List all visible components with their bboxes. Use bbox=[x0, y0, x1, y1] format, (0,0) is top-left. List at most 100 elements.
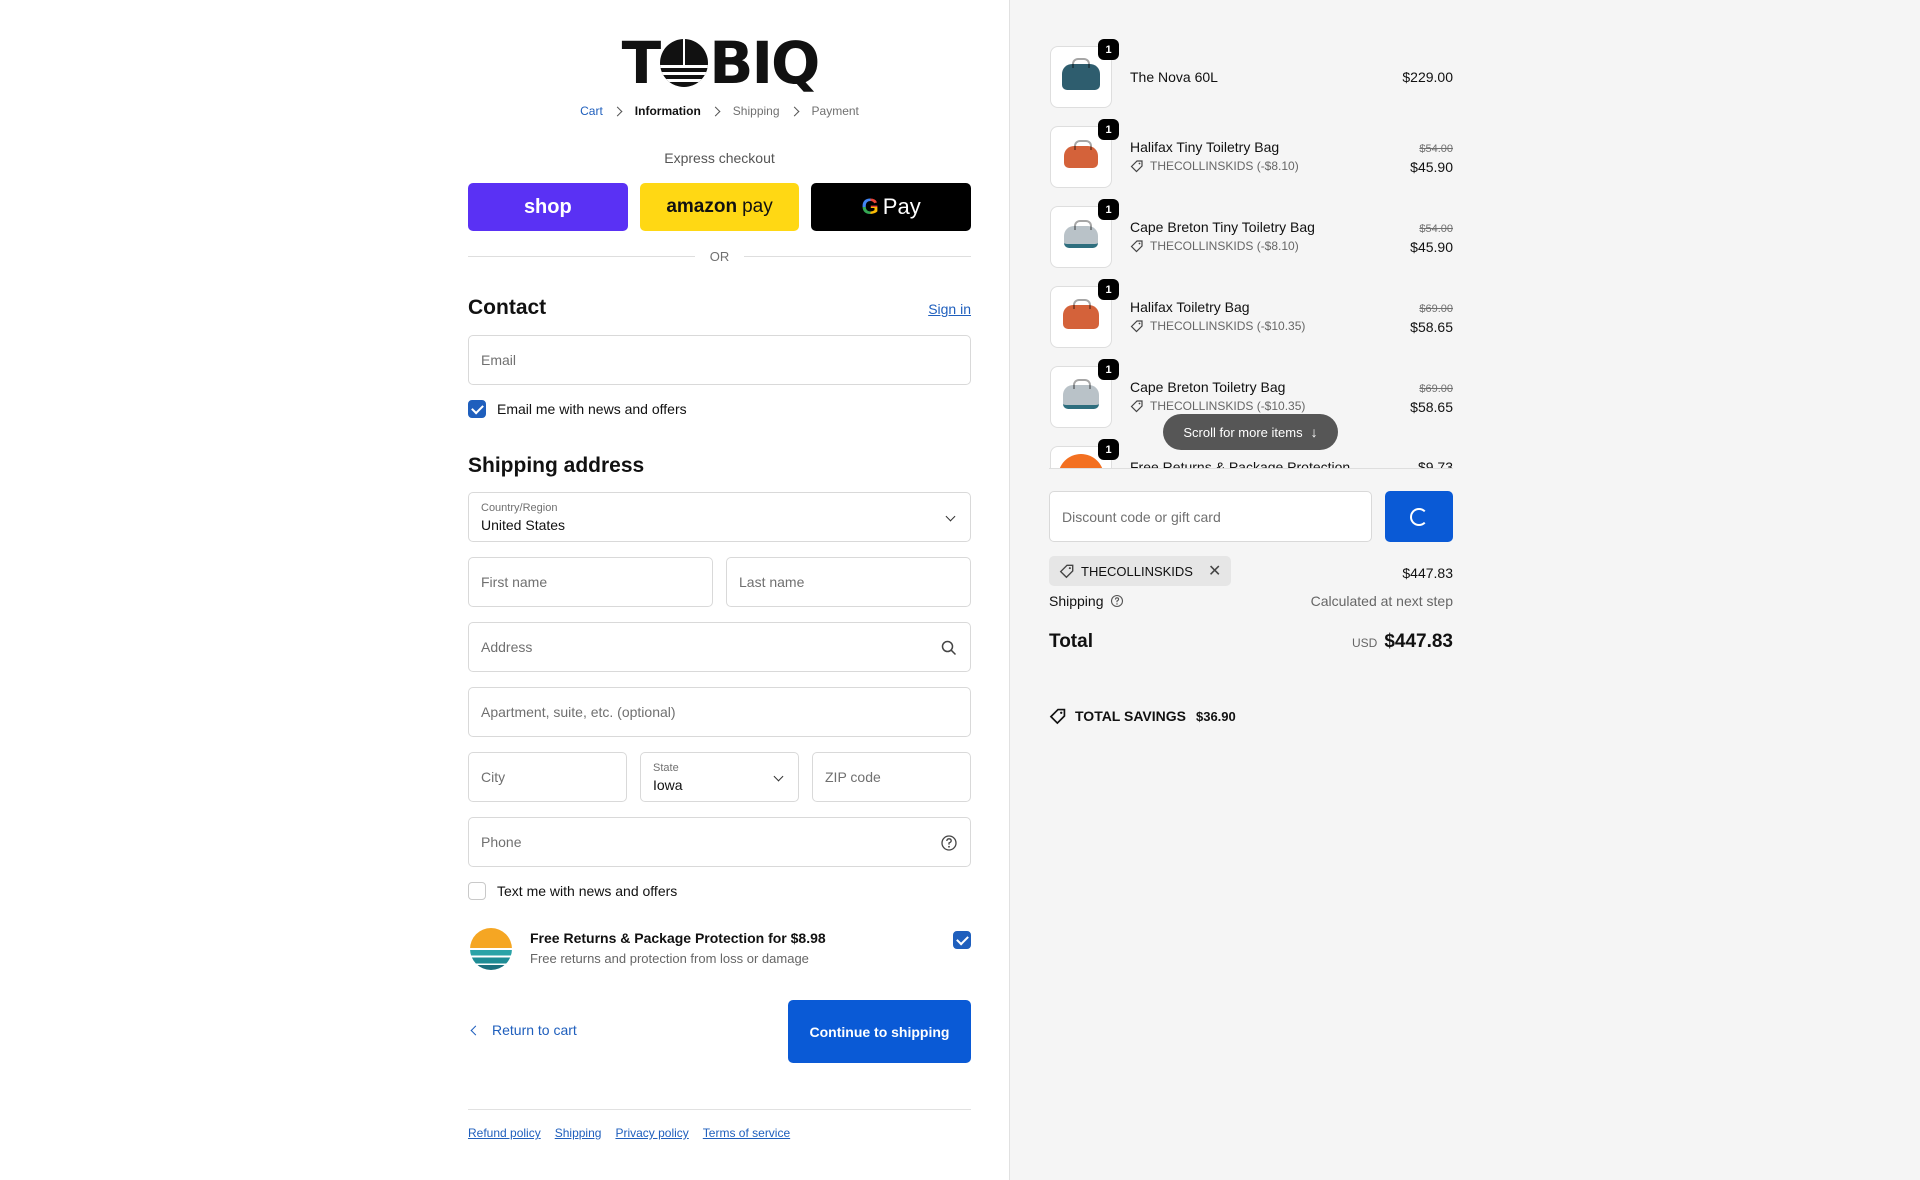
order-item: 1 Halifax Toiletry Bag THECOLLINSKIDS (-… bbox=[1049, 276, 1453, 348]
sms-newsletter-checkbox-row[interactable]: Text me with news and offers bbox=[468, 882, 677, 900]
city-input[interactable] bbox=[481, 769, 614, 785]
protection-checkbox[interactable] bbox=[953, 931, 971, 949]
protection-subtitle: Free returns and protection from loss or… bbox=[530, 951, 809, 966]
applied-discount-code: THECOLLINSKIDS bbox=[1081, 563, 1193, 579]
sign-in-link[interactable]: Sign in bbox=[928, 301, 971, 317]
continue-to-shipping-button[interactable]: Continue to shipping bbox=[788, 1000, 971, 1063]
chevron-right-icon bbox=[789, 106, 799, 116]
scroll-more-items-label: Scroll for more items bbox=[1183, 424, 1303, 440]
zip-input[interactable] bbox=[825, 769, 958, 785]
protection-title: Free Returns & Package Protection for $8… bbox=[530, 930, 826, 946]
package-protection-row: Free Returns & Package Protection for $8… bbox=[468, 926, 971, 976]
address-input[interactable] bbox=[481, 639, 958, 655]
scroll-more-items-pill[interactable]: Scroll for more items ↓ bbox=[1163, 414, 1338, 450]
google-pay-label: Pay bbox=[882, 194, 921, 219]
quantity-badge: 1 bbox=[1098, 39, 1119, 60]
email-newsletter-label: Email me with news and offers bbox=[497, 401, 687, 417]
express-checkout-title: Express checkout bbox=[664, 150, 775, 166]
tag-icon bbox=[1059, 564, 1074, 579]
shipping-address-heading: Shipping address bbox=[468, 454, 645, 477]
country-value: United States bbox=[481, 517, 566, 533]
item-price: $229.00 bbox=[1402, 69, 1453, 85]
breadcrumb-information: Information bbox=[634, 104, 701, 118]
amazon-pay-label-suffix: pay bbox=[742, 196, 773, 217]
phone-input[interactable] bbox=[481, 834, 958, 850]
breadcrumb-payment: Payment bbox=[811, 104, 859, 118]
item-price: $45.90 bbox=[1410, 159, 1453, 175]
total-savings-label: TOTAL SAVINGS bbox=[1075, 708, 1186, 724]
currency-code: USD bbox=[1351, 636, 1378, 650]
chevron-left-icon bbox=[470, 1025, 481, 1035]
breadcrumb-cart[interactable]: Cart bbox=[580, 104, 603, 118]
item-discount: THECOLLINSKIDS (-$8.10) bbox=[1130, 159, 1299, 173]
first-name-input[interactable] bbox=[481, 574, 700, 590]
google-pay-button[interactable]: G Pay bbox=[811, 183, 972, 231]
apply-discount-button[interactable] bbox=[1385, 491, 1453, 542]
city-field[interactable] bbox=[468, 752, 627, 802]
toiletry-bag-icon bbox=[1063, 299, 1099, 329]
item-old-price: $69.00 bbox=[1419, 383, 1453, 395]
quantity-badge: 1 bbox=[1098, 199, 1119, 220]
order-item: 1 Cape Breton Tiny Toiletry Bag THECOLLI… bbox=[1049, 196, 1453, 268]
country-select[interactable]: Country/Region United States bbox=[468, 492, 971, 542]
item-name: The Nova 60L bbox=[1130, 69, 1218, 85]
shop-pay-label: shop bbox=[523, 195, 572, 218]
footer-divider bbox=[468, 1109, 971, 1110]
total-value-group: USD $447.83 bbox=[1352, 631, 1453, 653]
last-name-input[interactable] bbox=[739, 574, 958, 590]
quantity-badge: 1 bbox=[1098, 119, 1119, 140]
email-newsletter-checkbox[interactable] bbox=[468, 400, 486, 418]
shipping-label: Shipping bbox=[1049, 593, 1104, 609]
apartment-field[interactable] bbox=[468, 687, 971, 737]
express-checkout-buttons: shop amazon pay G Pay bbox=[468, 183, 972, 231]
phone-field[interactable] bbox=[468, 817, 971, 867]
email-newsletter-checkbox-row[interactable]: Email me with news and offers bbox=[468, 400, 687, 418]
remove-discount-icon[interactable]: ✕ bbox=[1208, 561, 1221, 581]
item-discount-text: THECOLLINSKIDS (-$10.35) bbox=[1150, 319, 1306, 333]
email-input[interactable] bbox=[481, 352, 958, 368]
item-discount-text: THECOLLINSKIDS (-$8.10) bbox=[1150, 159, 1299, 173]
item-discount-text: THECOLLINSKIDS (-$8.10) bbox=[1150, 239, 1299, 253]
amazon-pay-button[interactable]: amazon pay bbox=[639, 183, 800, 231]
discount-code-field[interactable] bbox=[1049, 491, 1372, 542]
chevron-right-icon bbox=[710, 106, 721, 116]
return-to-cart-link[interactable]: Return to cart bbox=[468, 1022, 577, 1038]
order-item: 1 The Nova 60L $229.00 bbox=[1049, 36, 1453, 108]
amazon-pay-label: amazon bbox=[666, 196, 738, 217]
discount-code-input[interactable] bbox=[1062, 508, 1359, 525]
email-field[interactable] bbox=[468, 335, 971, 385]
item-discount: THECOLLINSKIDS (-$10.35) bbox=[1130, 399, 1305, 413]
privacy-policy-link[interactable]: Privacy policy bbox=[615, 1126, 688, 1140]
state-label: State bbox=[653, 762, 679, 774]
tag-icon bbox=[1049, 708, 1066, 725]
terms-of-service-link[interactable]: Terms of service bbox=[703, 1126, 790, 1140]
help-circle-icon[interactable] bbox=[1110, 594, 1124, 608]
state-select[interactable]: State Iowa bbox=[640, 752, 799, 802]
zip-field[interactable] bbox=[812, 752, 971, 802]
shipping-policy-link[interactable]: Shipping bbox=[555, 1126, 602, 1140]
item-old-price: $54.00 bbox=[1419, 143, 1453, 155]
last-name-field[interactable] bbox=[726, 557, 971, 607]
brand-logo[interactable]: T BIQ bbox=[622, 34, 821, 92]
help-circle-icon[interactable] bbox=[940, 834, 958, 852]
tag-icon bbox=[1130, 240, 1143, 253]
footer-links: Refund policy Shipping Privacy policy Te… bbox=[468, 1126, 790, 1140]
chevron-right-icon bbox=[612, 106, 623, 116]
apartment-input[interactable] bbox=[481, 704, 958, 720]
shop-pay-button[interactable]: shop bbox=[468, 183, 628, 231]
items-list-divider bbox=[1049, 468, 1453, 469]
google-g-icon: G bbox=[861, 194, 879, 219]
applied-discount-chip: THECOLLINSKIDS ✕ bbox=[1049, 556, 1232, 586]
refund-policy-link[interactable]: Refund policy bbox=[468, 1126, 541, 1140]
address-field[interactable] bbox=[468, 622, 971, 672]
total-savings-amount: $36.90 bbox=[1195, 708, 1236, 724]
country-label: Country/Region bbox=[481, 502, 558, 514]
logo-wordmark: T BIQ bbox=[621, 29, 821, 97]
item-name: Cape Breton Tiny Toiletry Bag bbox=[1130, 219, 1315, 235]
item-name: Halifax Tiny Toiletry Bag bbox=[1130, 139, 1280, 155]
item-name: Halifax Toiletry Bag bbox=[1130, 299, 1250, 315]
first-name-field[interactable] bbox=[468, 557, 713, 607]
item-price: $58.65 bbox=[1410, 399, 1453, 415]
order-items-list[interactable]: 1 The Nova 60L $229.00 1 Halifax Tiny To… bbox=[1049, 36, 1453, 469]
sms-newsletter-checkbox[interactable] bbox=[468, 882, 486, 900]
